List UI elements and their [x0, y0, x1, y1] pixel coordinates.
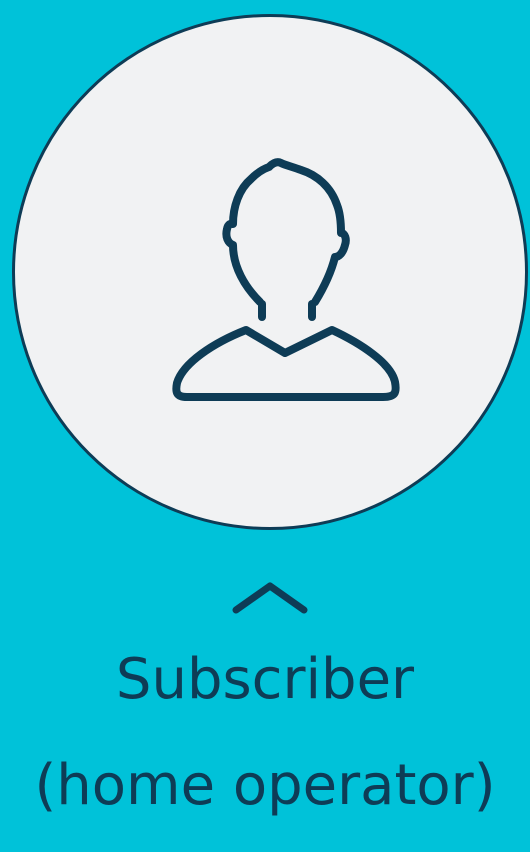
home-operator-label: (home operator)	[34, 753, 496, 818]
subscriber-label: Subscriber	[115, 647, 415, 712]
subscriber-avatar	[12, 14, 528, 530]
chevron-up-icon	[232, 582, 308, 614]
person-icon	[172, 158, 400, 401]
